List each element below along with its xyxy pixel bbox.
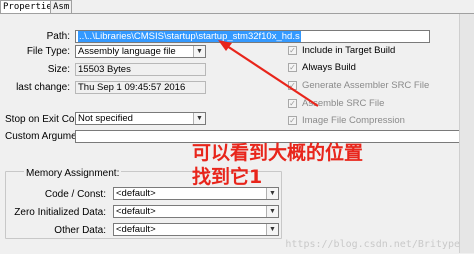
annotation-line1: 可以看到大概的位置 bbox=[192, 142, 364, 164]
watermark: https://blog.csdn.net/Britype bbox=[285, 239, 460, 250]
annotation-arrow-icon bbox=[218, 40, 319, 107]
annotation-line2: 找到它1 bbox=[192, 166, 263, 188]
